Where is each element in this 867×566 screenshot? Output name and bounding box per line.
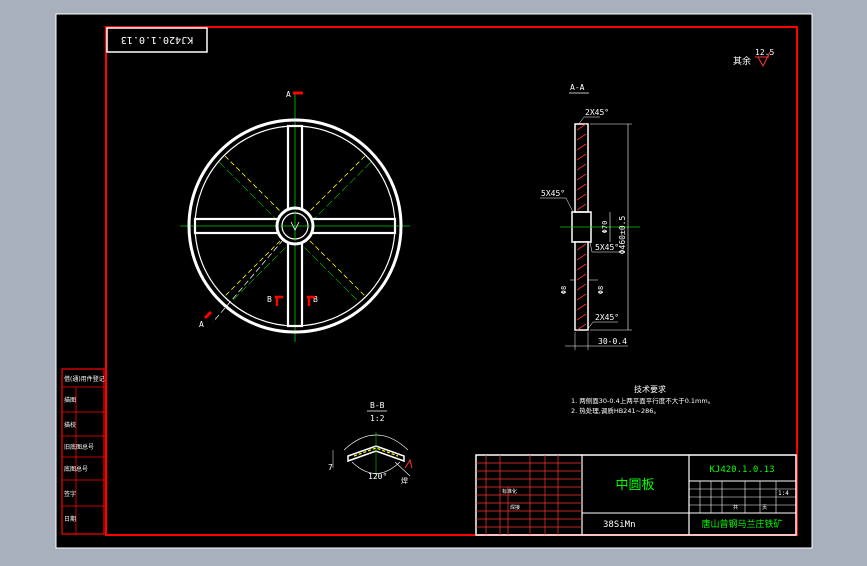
cad-viewport[interactable]: KJ420.1.0.13 其余 12.5 A A B B A-A Φ460±0.… (0, 0, 867, 562)
section-aa-title: A-A (570, 83, 585, 92)
dim-chamfer-top: 2X45° (585, 108, 609, 117)
material: 38SiMn (603, 520, 636, 530)
left-table-row-1: 描图 (64, 396, 76, 404)
dim-diameter: Φ460±0.5 (618, 216, 627, 255)
section-a-bottom-label: A (199, 320, 204, 329)
scale-value: 1:4 (778, 490, 789, 497)
dim-bb-hatch-label: 焊 (401, 476, 408, 485)
left-table-row-4: 底图总号 (64, 465, 88, 473)
dim-bb-angle: 120° (368, 472, 387, 481)
count-label: 共 (733, 504, 738, 511)
drawing-sheet (55, 13, 813, 549)
left-table-row-5: 签字 (64, 490, 76, 498)
notes-line2: 2. 热处理,调质HB241~286。 (571, 406, 660, 415)
roughness-prefix: 其余 (733, 55, 751, 67)
section-b-left-label: B (267, 295, 272, 304)
dim-chamfer-mid-right: 5X45° (595, 243, 619, 252)
section-a-top-label: A (286, 90, 291, 99)
company: 唐山曾钢马兰庄铁矿 (701, 518, 782, 530)
left-table-row-0: 借(通)用件登记 (64, 375, 105, 383)
dim-thickness-right: Φ8 (597, 286, 605, 294)
dim-thickness-left: Φ8 (560, 286, 568, 294)
dim-width: 30-0.4 (598, 337, 627, 346)
dim-hole: Φ70 (601, 221, 609, 234)
dim-chamfer-mid-left: 5X45° (541, 189, 565, 198)
sheet-label: 页 (762, 505, 767, 511)
part-name: 中圆板 (615, 478, 654, 493)
left-table-row-3: 旧底图总号 (64, 443, 94, 451)
left-table-row-6: 日期 (64, 515, 76, 523)
drawing-number: KJ420.1.0.13 (709, 465, 774, 475)
dim-chamfer-bottom: 2X45° (595, 313, 619, 322)
dim-bb-depth: 7 (328, 463, 333, 472)
roughness-value: 12.5 (755, 48, 774, 57)
section-bb-scale: 1:2 (370, 414, 385, 423)
section-bb-title: B-B (370, 401, 385, 410)
weld-label: 焊接 (510, 504, 520, 511)
drawing-code-mirrored: KJ420.1.0.13 (121, 34, 193, 45)
notes-line1: 1. 两侧面30-0.4上两平面平行度不大于0.1mm。 (571, 396, 714, 405)
engineering-drawing: KJ420.1.0.13 其余 12.5 A A B B A-A Φ460±0.… (55, 13, 813, 549)
standardization-label: 标准化 (502, 488, 517, 495)
notes-title: 技术要求 (634, 384, 666, 394)
left-table-row-2: 描校 (64, 421, 76, 429)
